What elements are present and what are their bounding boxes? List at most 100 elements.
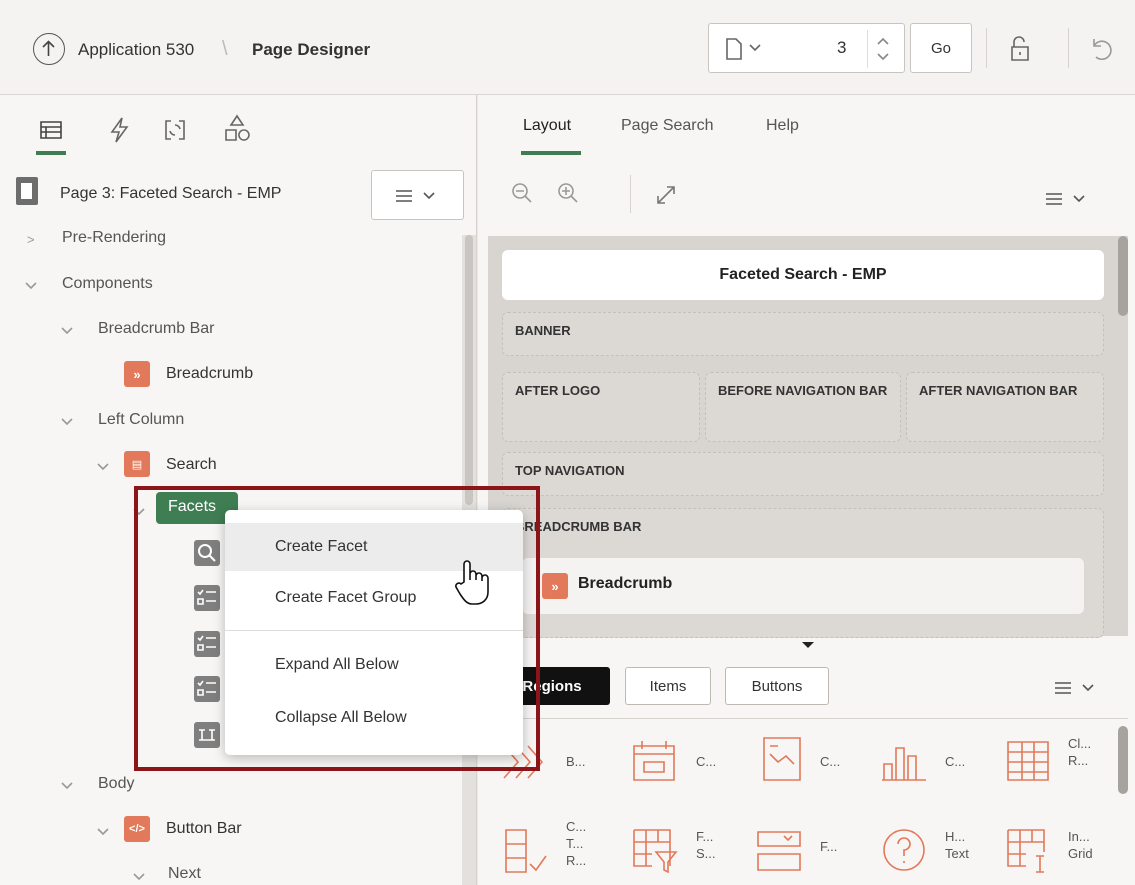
tree-node-left-column[interactable]: Left Column	[98, 411, 184, 429]
layout-canvas: Faceted Search - EMP BANNER AFTER LOGO B…	[488, 236, 1128, 638]
annotation-highlight-box	[134, 486, 540, 771]
component-label: H... Text	[945, 829, 969, 861]
breadcrumb-region-block[interactable]: » Breadcrumb	[522, 558, 1084, 614]
page-selector[interactable]: 3	[708, 23, 905, 73]
tab-rendering[interactable]	[36, 115, 66, 155]
chevron-right-icon[interactable]: >	[27, 232, 35, 247]
chevron-down-icon[interactable]	[132, 872, 146, 882]
slot-label: BEFORE NAVIGATION BAR	[718, 383, 888, 398]
component-label: C... T... R...	[566, 819, 587, 868]
tree-menu-button[interactable]	[371, 170, 464, 220]
slot-label: AFTER NAVIGATION BAR	[919, 383, 1078, 398]
tree-node-search[interactable]: Search	[166, 456, 217, 474]
page-stepper[interactable]	[867, 30, 897, 68]
gallery-tab-items[interactable]: Items	[625, 667, 711, 705]
toolbar-divider	[1068, 28, 1069, 68]
form-component-icon[interactable]	[754, 826, 804, 874]
gallery-tab-label: Buttons	[751, 677, 803, 695]
tab-help[interactable]: Help	[766, 117, 799, 135]
calendar-component-icon[interactable]	[630, 738, 678, 784]
dynamic-actions-icon[interactable]	[104, 115, 134, 145]
gallery-menu-icon[interactable]	[1055, 680, 1101, 696]
application-link[interactable]: Application 530	[78, 40, 194, 60]
gallery-separator	[488, 718, 1128, 719]
gallery-splitter[interactable]	[488, 638, 1128, 658]
tree-node-breadcrumb[interactable]: Breadcrumb	[166, 365, 253, 383]
component-label: Cl... R...	[1068, 736, 1092, 768]
toolbar-divider	[986, 28, 987, 68]
active-tab-indicator	[521, 151, 581, 155]
chevron-down-icon[interactable]	[24, 281, 38, 291]
breadcrumb-region-icon: »	[124, 361, 150, 387]
page-title-bar[interactable]: Faceted Search - EMP	[502, 250, 1104, 300]
tab-page-search[interactable]: Page Search	[621, 117, 714, 135]
page-designer-header: Application 530 \ Page Designer 3 Go	[0, 0, 1135, 95]
breadcrumb-region-icon: »	[542, 573, 568, 599]
checkbox-list-component-icon[interactable]	[500, 826, 550, 876]
component-label: B...	[566, 754, 586, 769]
gallery-tab-buttons[interactable]: Buttons	[725, 667, 829, 705]
component-label: F...	[820, 839, 838, 854]
search-region-icon: ▤	[124, 451, 150, 477]
component-label: In... Grid	[1068, 829, 1093, 861]
chevron-down-icon[interactable]	[96, 462, 110, 472]
page-icon	[726, 38, 742, 60]
page-doc-icon	[16, 177, 38, 205]
slot-label: BANNER	[515, 323, 571, 338]
slot-after-navigation-bar[interactable]: AFTER NAVIGATION BAR	[906, 372, 1104, 442]
zoom-in-icon[interactable]	[556, 181, 580, 205]
layout-page-title: Faceted Search - EMP	[719, 266, 887, 283]
lock-icon[interactable]	[1006, 34, 1036, 64]
slot-label: TOP NAVIGATION	[515, 463, 625, 478]
breadcrumb-region-label: Breadcrumb	[578, 575, 673, 592]
collapse-gallery-icon[interactable]	[802, 642, 814, 648]
page-number-input[interactable]: 3	[837, 38, 846, 58]
undo-icon[interactable]	[1086, 34, 1116, 64]
slot-after-logo[interactable]: AFTER LOGO	[502, 372, 700, 442]
slot-label: AFTER LOGO	[515, 383, 601, 398]
tree-node-breadcrumb-bar[interactable]: Breadcrumb Bar	[98, 320, 215, 338]
gallery-tab-label: Items	[649, 677, 687, 695]
chevron-down-icon[interactable]	[60, 326, 74, 336]
component-label: C...	[945, 754, 966, 769]
gallery-scrollbar-thumb[interactable]	[1118, 726, 1128, 794]
processing-icon[interactable]	[160, 115, 190, 145]
active-tab-indicator	[36, 151, 66, 155]
help-text-component-icon[interactable]	[880, 826, 928, 874]
tree-scrollbar-thumb[interactable]	[465, 235, 473, 505]
slot-before-navigation-bar[interactable]: BEFORE NAVIGATION BAR	[705, 372, 901, 442]
chevron-down-icon[interactable]	[60, 417, 74, 427]
chevron-down-icon[interactable]	[60, 781, 74, 791]
page-designer-title: Page Designer	[252, 40, 371, 59]
zoom-out-icon[interactable]	[510, 181, 534, 205]
shared-components-icon[interactable]	[222, 113, 252, 145]
chart-component-icon[interactable]	[880, 734, 928, 784]
tree-node-button-bar[interactable]: Button Bar	[166, 820, 242, 838]
tree-node-pre-rendering[interactable]: Pre-Rendering	[62, 229, 166, 247]
up-arrow-icon	[42, 40, 55, 56]
zoom-divider	[630, 175, 631, 213]
tab-layout[interactable]: Layout	[523, 117, 571, 135]
go-button[interactable]: Go	[910, 23, 972, 73]
chart-card-component-icon[interactable]	[760, 734, 804, 784]
expand-icon[interactable]	[654, 183, 678, 207]
interactive-grid-component-icon[interactable]	[1004, 826, 1054, 876]
component-label: F... S...	[696, 829, 716, 861]
slot-top-navigation[interactable]: TOP NAVIGATION	[502, 452, 1104, 496]
classic-report-component-icon[interactable]	[1004, 738, 1052, 784]
component-label: C...	[696, 754, 717, 769]
breadcrumb-separator: \	[222, 38, 228, 60]
stepper-arrows-icon	[877, 37, 889, 61]
chevron-down-icon[interactable]	[96, 827, 110, 837]
layout-menu-icon[interactable]	[1046, 191, 1092, 207]
slot-banner[interactable]: BANNER	[502, 312, 1104, 356]
up-arrow-button[interactable]	[33, 33, 65, 65]
page-title-label: Page 3: Faceted Search - EMP	[60, 185, 282, 202]
tree-node-body[interactable]: Body	[98, 775, 134, 793]
chevron-down-icon	[749, 44, 761, 52]
go-label: Go	[930, 39, 951, 57]
tree-node-components[interactable]: Components	[62, 275, 153, 293]
faceted-search-component-icon[interactable]	[630, 826, 680, 876]
tree-node-next[interactable]: Next	[168, 865, 201, 883]
layout-scrollbar[interactable]	[1118, 236, 1128, 316]
